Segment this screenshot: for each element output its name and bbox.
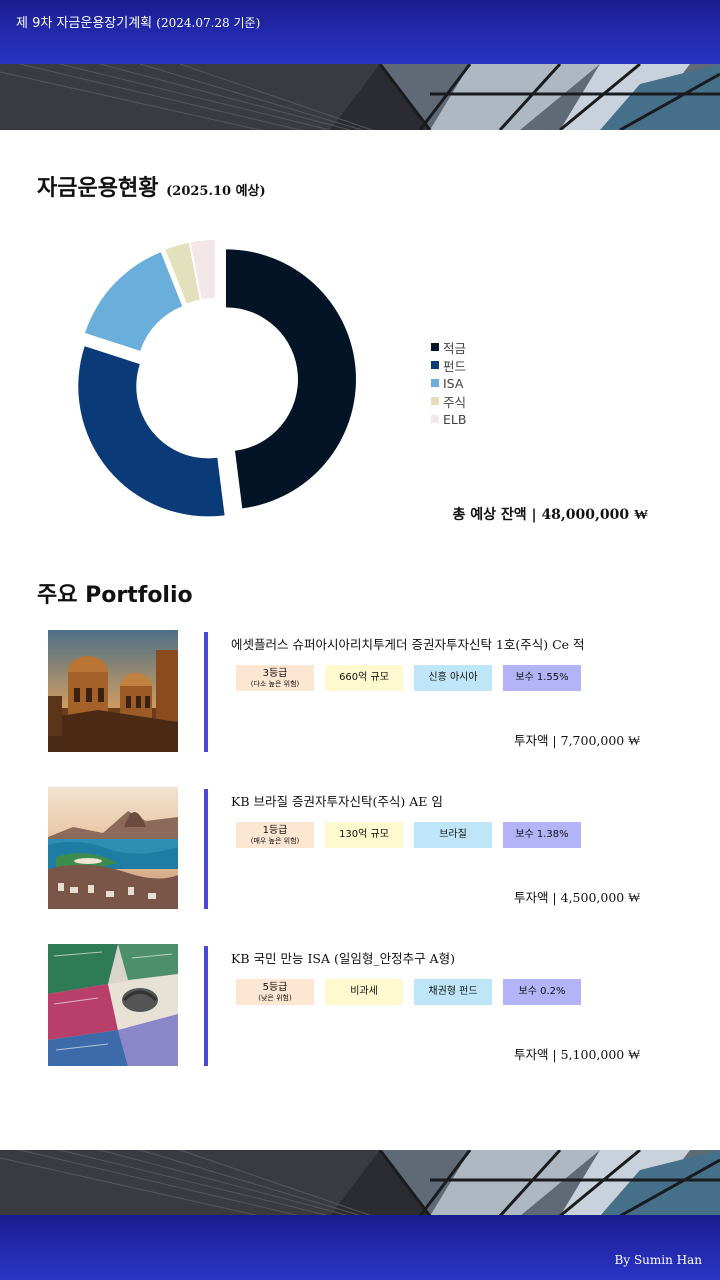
legend-item: 주식 [431, 392, 466, 410]
legend-item: ISA [431, 374, 466, 392]
fee-badge: 보수 0.2% [503, 979, 581, 1005]
portfolio-card[interactable]: 에셋플러스 슈퍼아시아리치투게더 증권자투자신탁 1호(주식) Ce 적 3등급… [0, 630, 720, 754]
portfolio-card[interactable]: KB 국민 만능 ISA (일임형_안정추구 A형) 5등급 (낮은 위험) 비… [0, 944, 720, 1068]
risk-grade-badge: 1등급 (매우 높은 위험) [236, 822, 314, 848]
thumbnail-bond-certificates-image [48, 944, 178, 1066]
donut-chart-svg [78, 240, 356, 517]
total-balance: 총 예상 잔액 | 48,000,000 ₩ [452, 504, 648, 524]
investment-amount: 투자액 | 5,100,000 ₩ [513, 1047, 640, 1062]
card-accent-bar [204, 632, 208, 752]
page-title-date: (2024.07.28 기준) [156, 16, 261, 30]
risk-grade: 5등급 [262, 982, 288, 994]
investment-amount: 투자액 | 7,700,000 ₩ [513, 733, 640, 748]
risk-note: (매우 높은 위험) [250, 836, 300, 845]
risk-note: (다소 높은 위험) [250, 679, 300, 688]
investment-amount: 투자액 | 4,500,000 ₩ [513, 890, 640, 905]
card-accent-bar [204, 789, 208, 909]
fund-size-badge: 130억 규모 [325, 822, 403, 848]
legend-swatch [431, 397, 439, 405]
region-badge: 브라질 [414, 822, 492, 848]
legend-swatch [431, 343, 439, 351]
chart-legend: 적금펀드 ISA 주식 ELB [431, 338, 466, 428]
author-credit: By Sumin Han [614, 1253, 702, 1267]
total-balance-separator: | [531, 507, 537, 523]
donut-slice-펀드 [78, 346, 225, 517]
legend-label: ISA [443, 375, 464, 391]
fund-name[interactable]: 에셋플러스 슈퍼아시아리치투게더 증권자투자신탁 1호(주식) Ce 적 [231, 634, 651, 653]
risk-note: (낮은 위험) [258, 993, 292, 1002]
fund-size-badge: 660억 규모 [325, 665, 403, 691]
thumbnail-asia-palace-image [48, 630, 178, 752]
section-title-portfolio: 주요 Portfolio [37, 583, 193, 608]
risk-grade: 1등급 [262, 825, 288, 837]
donut-slice-적금 [225, 249, 356, 509]
section-title-status-main: 자금운용현황 [37, 176, 159, 201]
total-balance-value: 48,000,000 ₩ [541, 507, 648, 523]
risk-grade-badge: 3등급 (다소 높은 위험) [236, 665, 314, 691]
legend-label: 펀드 [443, 358, 467, 374]
portfolio-card[interactable]: KB 브라질 증권자투자신탁(주식) AE 임 1등급 (매우 높은 위험) 1… [0, 787, 720, 911]
legend-swatch [431, 379, 439, 387]
legend-label: 주식 [443, 394, 467, 410]
legend-label: ELB [443, 411, 467, 427]
legend-swatch [431, 415, 439, 423]
fee-badge: 보수 1.38% [503, 822, 581, 848]
section-title-status: 자금운용현황 (2025.10 예상) [37, 170, 266, 202]
fund-name[interactable]: KB 브라질 증권자투자신탁(주식) AE 임 [231, 791, 651, 810]
fund-tags: 1등급 (매우 높은 위험) 130억 규모 브라질 보수 1.38% [236, 822, 592, 848]
legend-item: 펀드 [431, 356, 466, 374]
header-banner-image [0, 64, 720, 130]
fund-tags: 5등급 (낮은 위험) 비과세 채권형 펀드 보수 0.2% [236, 979, 592, 1005]
footer-banner-image [0, 1150, 720, 1216]
thumbnail-rio-coast-image [48, 787, 178, 909]
risk-grade: 3등급 [262, 668, 288, 680]
fee-badge: 보수 1.55% [503, 665, 581, 691]
region-badge: 신흥 아시아 [414, 665, 492, 691]
donut-slice-ISA [85, 252, 183, 351]
card-accent-bar [204, 946, 208, 1066]
total-balance-label: 총 예상 잔액 [452, 507, 527, 523]
legend-label: 적금 [443, 340, 467, 356]
page-title-main: 제 9차 자금운용장기계획 [16, 16, 153, 31]
page-title: 제 9차 자금운용장기계획 (2024.07.28 기준) [16, 12, 260, 31]
fund-tags: 3등급 (다소 높은 위험) 660억 규모 신흥 아시아 보수 1.55% [236, 665, 592, 691]
legend-item: ELB [431, 410, 466, 428]
fund-type-badge: 채권형 펀드 [414, 979, 492, 1005]
legend-item: 적금 [431, 338, 466, 356]
legend-swatch [431, 361, 439, 369]
header-bar: 제 9차 자금운용장기계획 (2024.07.28 기준) [0, 0, 720, 66]
allocation-donut-chart [76, 240, 356, 520]
footer-bar: By Sumin Han [0, 1215, 720, 1280]
risk-grade-badge: 5등급 (낮은 위험) [236, 979, 314, 1005]
tax-badge: 비과세 [325, 979, 403, 1005]
fund-name[interactable]: KB 국민 만능 ISA (일임형_안정추구 A형) [231, 948, 651, 967]
section-title-status-date: (2025.10 예상) [166, 184, 266, 199]
